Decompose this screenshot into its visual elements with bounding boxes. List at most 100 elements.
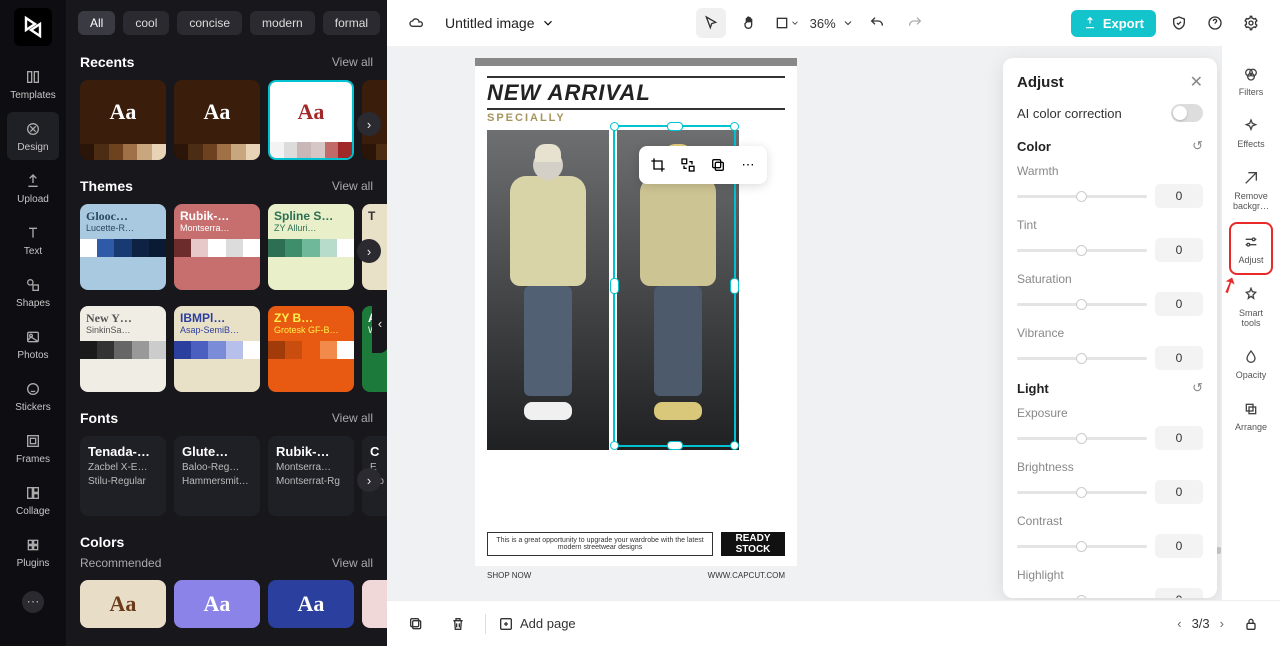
crop-icon[interactable] xyxy=(645,152,671,178)
recents-viewall[interactable]: View all xyxy=(332,55,373,69)
font-card[interactable]: Tenada-…Zacbel X-E…Stilu-Regular xyxy=(80,436,166,516)
help-icon[interactable] xyxy=(1200,8,1230,38)
theme-card[interactable]: IBMPl…Asap-SemiB… xyxy=(174,306,260,392)
color-1-slider[interactable] xyxy=(1017,249,1147,252)
light-0-value[interactable]: 0 xyxy=(1155,426,1203,450)
color-card[interactable]: Aa xyxy=(80,580,166,628)
color-3-slider[interactable] xyxy=(1017,357,1147,360)
chip-all[interactable]: All xyxy=(78,11,115,35)
next-page[interactable]: › xyxy=(1220,616,1224,631)
color-2-slider[interactable] xyxy=(1017,303,1147,306)
chip-modern[interactable]: modern xyxy=(250,11,315,35)
canvas-badge[interactable]: READY STOCK xyxy=(721,532,785,556)
prev-page[interactable]: ‹ xyxy=(1177,616,1181,631)
theme-card[interactable]: ZY B…Grotesk GF-B… xyxy=(268,306,354,392)
nav-design[interactable]: Design xyxy=(7,112,59,160)
nav-templates[interactable]: Templates xyxy=(7,60,59,108)
export-button[interactable]: Export xyxy=(1071,10,1156,37)
panel-collapse[interactable]: ‹ xyxy=(372,293,387,353)
rail-opacity[interactable]: Opacity xyxy=(1229,339,1273,389)
color-card[interactable]: Aa xyxy=(362,580,387,628)
light-0-slider[interactable] xyxy=(1017,437,1147,440)
close-icon[interactable]: ✕ xyxy=(1190,72,1203,92)
theme-card[interactable]: Rubik-…Montserra… xyxy=(174,204,260,290)
color-card[interactable]: Aa xyxy=(174,580,260,628)
font-card[interactable]: Rubik-…Montserra…Montserrat-Rg xyxy=(268,436,354,516)
lock-icon[interactable] xyxy=(1236,609,1266,639)
color-reset-icon[interactable]: ↺ xyxy=(1192,138,1203,154)
colors-viewall[interactable]: View all xyxy=(332,556,373,570)
nav-plugins[interactable]: Plugins xyxy=(7,528,59,576)
canvas-footer-text[interactable]: This is a great opportunity to upgrade y… xyxy=(487,532,713,556)
row-next[interactable]: › xyxy=(357,468,381,492)
color-card[interactable]: Aa xyxy=(268,580,354,628)
nav-upload[interactable]: Upload xyxy=(7,164,59,212)
color-1-value[interactable]: 0 xyxy=(1155,238,1203,262)
undo-button[interactable] xyxy=(862,8,892,38)
themes-viewall[interactable]: View all xyxy=(332,179,373,193)
canvas-heading[interactable]: NEW ARRIVAL xyxy=(487,76,785,110)
bottombar: Add page ‹ 3/3 › xyxy=(387,600,1280,646)
theme-card[interactable]: New Y…SinkinSa… xyxy=(80,306,166,392)
light-1-value[interactable]: 0 xyxy=(1155,480,1203,504)
nav-frames[interactable]: Frames xyxy=(7,424,59,472)
rail-effects[interactable]: Effects xyxy=(1229,108,1273,158)
light-3-value[interactable]: 0 xyxy=(1155,588,1203,598)
duplicate-page-icon[interactable] xyxy=(401,609,431,639)
shield-icon[interactable] xyxy=(1164,8,1194,38)
rail-adjust[interactable]: Adjust xyxy=(1229,222,1273,276)
nav-photos[interactable]: Photos xyxy=(7,320,59,368)
canvas-image-1[interactable] xyxy=(487,130,609,450)
redo-button[interactable] xyxy=(900,8,930,38)
color-0-slider[interactable] xyxy=(1017,195,1147,198)
color-2-value[interactable]: 0 xyxy=(1155,292,1203,316)
copy-icon[interactable] xyxy=(705,152,731,178)
fonts-viewall[interactable]: View all xyxy=(332,411,373,425)
themes-title: Themes xyxy=(80,178,133,194)
nav-collage[interactable]: Collage xyxy=(7,476,59,524)
font-card[interactable]: Glute…Baloo-Reg…HammersmithOn… xyxy=(174,436,260,516)
chip-cool[interactable]: cool xyxy=(123,11,169,35)
light-reset-icon[interactable]: ↺ xyxy=(1192,380,1203,396)
delete-page-icon[interactable] xyxy=(443,609,473,639)
nav-more[interactable]: ⋯ xyxy=(7,584,59,620)
canvas-url[interactable]: WWW.CAPCUT.COM xyxy=(708,571,785,580)
chip-concise[interactable]: concise xyxy=(177,11,242,35)
hand-tool[interactable] xyxy=(734,8,764,38)
recent-card[interactable]: Aa xyxy=(174,80,260,160)
app-logo[interactable] xyxy=(14,8,52,46)
theme-card[interactable]: Glooc…Lucette-R… xyxy=(80,204,166,290)
nav-stickers[interactable]: Stickers xyxy=(7,372,59,420)
color-3-label: Vibrance xyxy=(1017,326,1203,340)
nav-shapes[interactable]: Shapes xyxy=(7,268,59,316)
cloud-icon[interactable] xyxy=(401,8,431,38)
rail-filters[interactable]: Filters xyxy=(1229,56,1273,106)
light-2-value[interactable]: 0 xyxy=(1155,534,1203,558)
document-title[interactable]: Untitled image xyxy=(445,15,555,31)
crop-tool[interactable] xyxy=(772,8,802,38)
recent-card[interactable]: Aa xyxy=(80,80,166,160)
canvas-subheading[interactable]: SPECIALLY xyxy=(487,112,785,124)
recent-card[interactable]: Aa xyxy=(268,80,354,160)
cursor-tool[interactable] xyxy=(696,8,726,38)
design-page[interactable]: NEW ARRIVAL SPECIALLY This is a great op… xyxy=(475,66,797,566)
replace-icon[interactable] xyxy=(675,152,701,178)
color-3-value[interactable]: 0 xyxy=(1155,346,1203,370)
row-next[interactable]: › xyxy=(357,239,381,263)
color-0-value[interactable]: 0 xyxy=(1155,184,1203,208)
zoom-level[interactable]: 36% xyxy=(810,15,854,31)
canvas-shopnow[interactable]: SHOP NOW xyxy=(487,571,531,580)
theme-card[interactable]: Spline S…ZY Alluri… xyxy=(268,204,354,290)
rail-smart-tools[interactable]: Smart tools xyxy=(1229,277,1273,337)
settings-icon[interactable] xyxy=(1236,8,1266,38)
nav-text[interactable]: Text xyxy=(7,216,59,264)
light-1-slider[interactable] xyxy=(1017,491,1147,494)
light-2-slider[interactable] xyxy=(1017,545,1147,548)
rail-remove-bg[interactable]: Remove backgr… xyxy=(1229,160,1273,220)
more-icon[interactable]: ⋯ xyxy=(735,152,761,178)
add-page-button[interactable]: Add page xyxy=(498,616,576,632)
chip-formal[interactable]: formal xyxy=(323,11,380,35)
row-next[interactable]: › xyxy=(357,112,381,136)
rail-arrange[interactable]: Arrange xyxy=(1229,391,1273,441)
ai-color-toggle[interactable] xyxy=(1171,104,1203,122)
